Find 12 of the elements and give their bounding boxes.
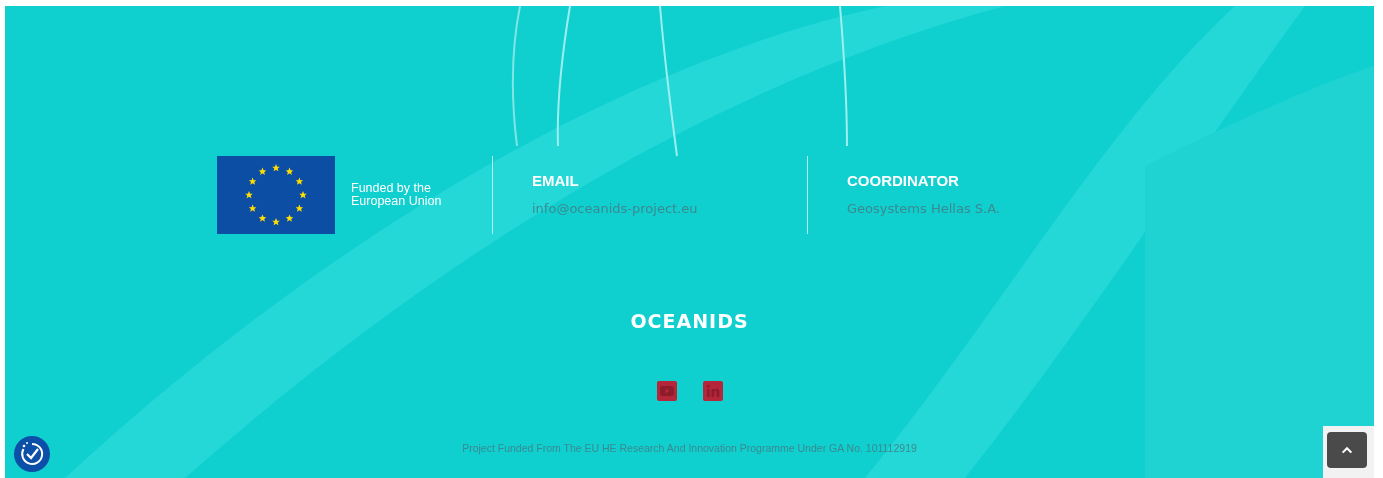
youtube-icon[interactable]	[655, 380, 678, 402]
contact-value: Geosystems Hellas S.A.	[847, 201, 1000, 216]
scroll-to-top-button[interactable]	[1327, 432, 1367, 468]
contact-heading: EMAIL	[532, 172, 580, 189]
contact-heading: COORDINATOR	[847, 172, 960, 189]
linkedin-icon[interactable]	[701, 380, 724, 402]
eu-funding-caption: Funded by the European Union	[351, 182, 442, 208]
contact-value: info@oceanids-project.eu	[532, 201, 698, 216]
eu-flag-icon	[217, 156, 335, 234]
oceanids-logo[interactable]: OCEANIDS	[630, 310, 749, 332]
accessibility-check-icon[interactable]	[14, 436, 50, 472]
funding-note: Project Funded From The EU HE Research And Innovation Programme Under GA No. 101112919	[462, 442, 917, 454]
